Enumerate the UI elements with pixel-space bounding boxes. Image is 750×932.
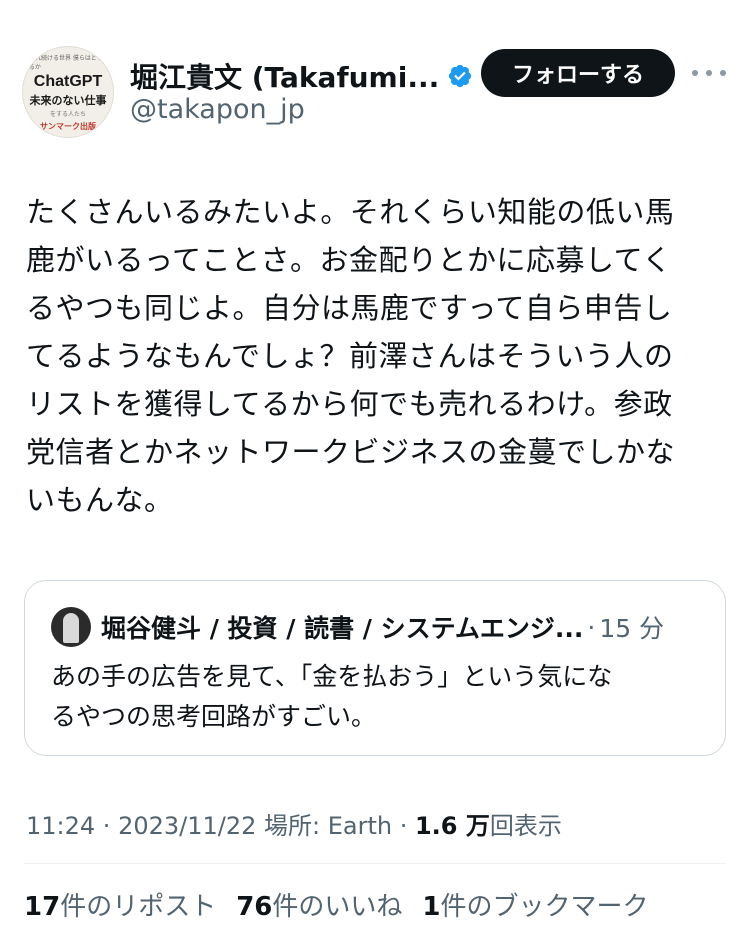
dot [692,70,698,76]
avatar-text-line3: 未来のない仕事 [29,93,107,107]
quoted-tweet-body: あの手の広告を見て、「金を払おう」という気にな るやつの思考回路がすごい。 [51,657,711,737]
author-display-name[interactable]: 堀江貴文 (Takafumi... [130,56,439,96]
meta-separator: · [392,812,415,840]
engagement-stats: 17件のリポスト 76件のいいね 1件のブックマーク [24,886,669,923]
quoted-timestamp: 15 分 [599,614,665,643]
tweet-line: たくさんいるみたいよ。それくらい知能の低い馬 [26,195,675,229]
bookmarks-stat[interactable]: 1件のブックマーク [422,886,648,923]
avatar-text-line2: ChatGPT [33,72,103,90]
bookmarks-label: 件のブックマーク [440,892,649,922]
author-handle[interactable]: @takapon_jp [130,94,305,125]
quoted-author-avatar [51,607,91,647]
avatar-text-line4: をする人たち [49,110,86,118]
bookmarks-count: 1 [422,892,441,922]
reposts-stat[interactable]: 17件のリポスト [24,886,216,923]
likes-label: 件のいいね [272,892,403,922]
avatar-text-line5: サンマーク出版 [40,121,96,131]
tweet-meta: 11:24 · 2023/11/22 場所: Earth · 1.6 万回表示 [26,806,562,841]
tweet-line: るやつも同じよ。自分は馬鹿ですって自ら申告し [26,291,673,325]
quoted-tweet-card[interactable]: 堀谷健斗 / 投資 / 読書 / システムエンジ... · 15 分 あの手の広… [24,580,726,756]
divider [24,863,726,864]
likes-stat[interactable]: 76件のいいね [236,886,402,923]
likes-count: 76 [236,892,273,922]
dot [720,70,726,76]
quoted-line: あの手の広告を見て、「金を払おう」という気にな [51,662,613,691]
tweet-date[interactable]: 2023/11/22 [118,812,256,840]
quoted-tweet-header: 堀谷健斗 / 投資 / 読書 / システムエンジ... · 15 分 [51,607,711,647]
tweet-line: てるようなもんでしょ？前澤さんはそういう人の [26,339,674,373]
quoted-line: るやつの思考回路がすごい。 [51,702,377,731]
location-label: 場所: [256,812,328,840]
tweet-time[interactable]: 11:24 [26,812,95,840]
tweet-line: 党信者とかネットワークビジネスの金蔓でしかな [26,435,676,469]
tweet-line: 鹿がいるってことさ。お金配りとかに応募してく [26,243,672,277]
tweet-header: 止まれ続ける世界 僕らはどう生きるか ChatGPT 未来のない仕事 をする人た… [0,0,750,150]
quoted-separator: · [587,612,596,642]
reposts-label: 件のリポスト [60,892,217,922]
quoted-author-name: 堀谷健斗 / 投資 / 読書 / システムエンジ... [101,614,584,643]
views-count: 1.6 万 [414,812,490,840]
tweet-location: Earth [327,812,393,840]
author-name-row: 堀江貴文 (Takafumi... [130,56,473,96]
avatar-text-line1: 止まれ続ける世界 僕らはどう生きるか [23,54,109,71]
meta-separator: · [95,812,119,840]
tweet-line: いもんな。 [26,483,174,517]
views-label: 回表示 [489,812,562,840]
tweet-body: たくさんいるみたいよ。それくらい知能の低い馬 鹿がいるってことさ。お金配りとかに… [26,188,726,524]
reposts-count: 17 [24,892,61,922]
tweet-line: リストを獲得してるから何でも売れるわけ。参政 [26,387,673,421]
dot [706,70,712,76]
author-avatar[interactable]: 止まれ続ける世界 僕らはどう生きるか ChatGPT 未来のない仕事 をする人た… [22,46,114,138]
verified-badge-icon[interactable] [447,63,473,89]
follow-button[interactable]: フォローする [481,49,675,97]
more-options-icon[interactable] [692,60,726,86]
